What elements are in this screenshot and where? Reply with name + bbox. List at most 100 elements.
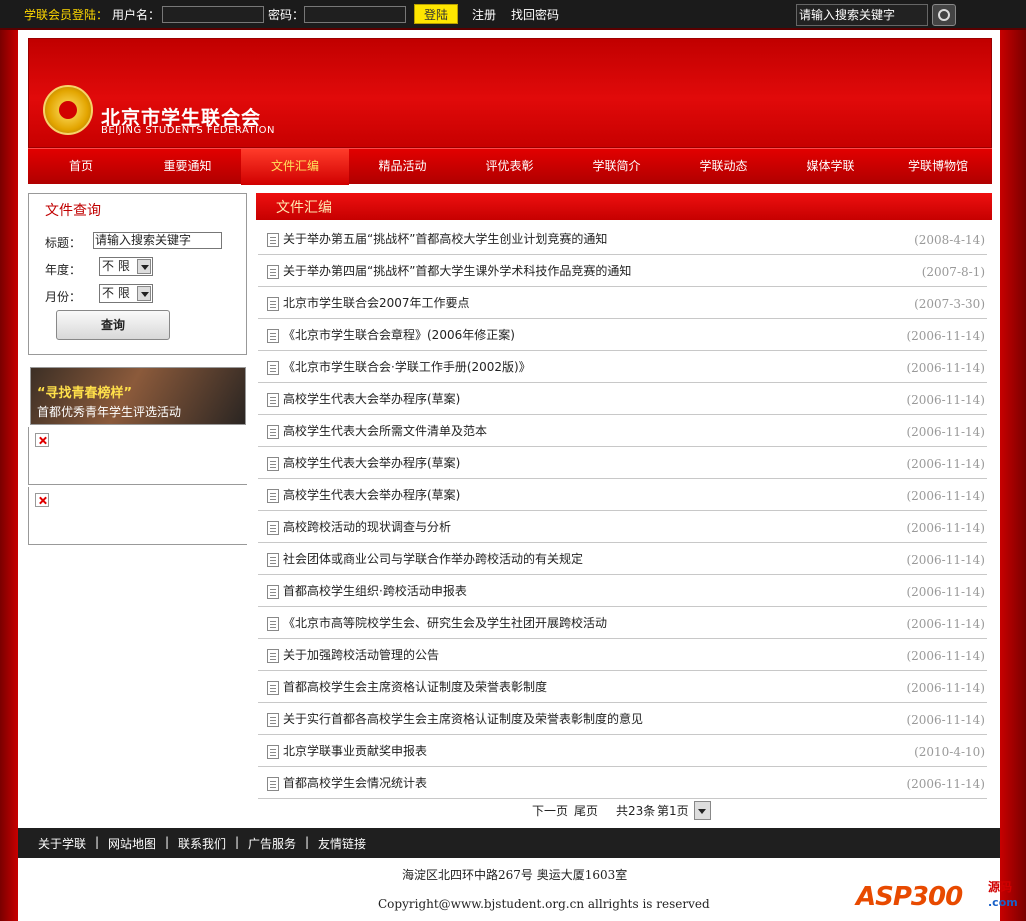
- document-title[interactable]: 《北京市学生联合会章程》(2006年修正案): [283, 326, 515, 343]
- content-section-header: 文件汇编: [256, 193, 992, 220]
- query-button[interactable]: 查询: [56, 310, 170, 340]
- nav-item-about[interactable]: 学联简介: [563, 149, 670, 185]
- document-date: (2007-8-1): [921, 265, 985, 279]
- document-title[interactable]: 《北京市高等院校学生会、研究生会及学生社团开展跨校活动: [283, 614, 607, 631]
- document-icon: [267, 681, 279, 695]
- document-row[interactable]: 《北京市学生联合会章程》(2006年修正案) (2006-11-14): [258, 319, 987, 351]
- month-label: 月份：: [45, 290, 82, 304]
- last-page-link[interactable]: 尾页: [574, 802, 598, 819]
- next-page-link[interactable]: 下一页: [532, 802, 568, 819]
- footer-link-about[interactable]: 关于学联: [38, 835, 86, 852]
- sidebar-ad-slot-1: [28, 427, 247, 485]
- document-date: (2006-11-14): [906, 361, 985, 375]
- nav-item-media[interactable]: 媒体学联: [777, 149, 884, 185]
- nav-item-activities[interactable]: 精品活动: [349, 149, 456, 185]
- member-login-label: 学联会员登陆：: [24, 8, 109, 22]
- document-title[interactable]: 关于加强跨校活动管理的公告: [283, 646, 439, 663]
- footer-link-ads[interactable]: 广告服务: [248, 835, 296, 852]
- document-date: (2006-11-14): [906, 553, 985, 567]
- document-title[interactable]: 北京市学生联合会2007年工作要点: [283, 294, 470, 311]
- total-count: 共23条: [616, 804, 656, 818]
- chevron-down-icon: [137, 259, 151, 274]
- document-title[interactable]: 高校跨校活动的现状调查与分析: [283, 518, 451, 535]
- document-row[interactable]: 关于举办第五届“挑战杯”首都高校大学生创业计划竞赛的通知 (2008-4-14): [258, 223, 987, 255]
- document-title[interactable]: 《北京市学生联合会·学联工作手册(2002版)》: [283, 358, 531, 375]
- youth-role-model-banner[interactable]: “寻找青春榜样” 首都优秀青年学生评选活动: [30, 367, 246, 425]
- document-icon: [267, 777, 279, 791]
- top-login-bar: 学联会员登陆： 用户名： 密码： 登陆 注册 找回密码 请输入搜索关键字: [0, 0, 1026, 30]
- document-row[interactable]: 高校学生代表大会举办程序(草案) (2006-11-14): [258, 479, 987, 511]
- nav-item-home[interactable]: 首页: [28, 149, 134, 185]
- title-search-input[interactable]: 请输入搜索关键字: [93, 232, 222, 249]
- document-row[interactable]: 高校跨校活动的现状调查与分析 (2006-11-14): [258, 511, 987, 543]
- broken-image-icon: [35, 493, 49, 507]
- document-icon: [267, 425, 279, 439]
- document-date: (2006-11-14): [906, 457, 985, 471]
- document-date: (2006-11-14): [906, 649, 985, 663]
- document-icon: [267, 617, 279, 631]
- document-row[interactable]: 关于加强跨校活动管理的公告 (2006-11-14): [258, 639, 987, 671]
- document-title[interactable]: 高校学生代表大会所需文件清单及范本: [283, 422, 487, 439]
- footer-link-friends[interactable]: 友情链接: [318, 835, 366, 852]
- document-row[interactable]: 《北京市学生联合会·学联工作手册(2002版)》 (2006-11-14): [258, 351, 987, 383]
- site-title-en: BEIJING STUDENTS FEDERATION: [101, 125, 275, 136]
- nav-item-awards[interactable]: 评优表彰: [456, 149, 563, 185]
- register-link[interactable]: 注册: [472, 6, 496, 23]
- document-row[interactable]: 首都高校学生组织·跨校活动申报表 (2006-11-14): [258, 575, 987, 607]
- document-date: (2006-11-14): [906, 329, 985, 343]
- document-row[interactable]: 关于举办第四届“挑战杯”首都大学生课外学术科技作品竞赛的通知 (2007-8-1): [258, 255, 987, 287]
- document-date: (2006-11-14): [906, 393, 985, 407]
- document-title[interactable]: 首都高校学生会主席资格认证制度及荣誉表彰制度: [283, 678, 547, 695]
- document-title[interactable]: 首都高校学生会情况统计表: [283, 774, 427, 791]
- chevron-down-icon: [137, 286, 151, 301]
- footer-separator: |: [305, 835, 310, 849]
- document-title[interactable]: 关于举办第四届“挑战杯”首都大学生课外学术科技作品竞赛的通知: [283, 262, 631, 279]
- document-row[interactable]: 高校学生代表大会举办程序(草案) (2006-11-14): [258, 383, 987, 415]
- document-title[interactable]: 高校学生代表大会举办程序(草案): [283, 390, 460, 407]
- document-title[interactable]: 首都高校学生组织·跨校活动申报表: [283, 582, 467, 599]
- find-password-link[interactable]: 找回密码: [511, 6, 559, 23]
- document-title[interactable]: 高校学生代表大会举办程序(草案): [283, 486, 460, 503]
- document-row[interactable]: 北京市学生联合会2007年工作要点 (2007-3-30): [258, 287, 987, 319]
- month-select[interactable]: 不 限: [99, 284, 153, 303]
- document-row[interactable]: 首都高校学生会情况统计表 (2006-11-14): [258, 767, 987, 799]
- nav-item-notices[interactable]: 重要通知: [134, 149, 241, 185]
- document-title[interactable]: 社会团体或商业公司与学联合作举办跨校活动的有关规定: [283, 550, 583, 567]
- document-icon: [267, 649, 279, 663]
- site-search-button[interactable]: [932, 4, 956, 26]
- document-row[interactable]: 首都高校学生会主席资格认证制度及荣誉表彰制度 (2006-11-14): [258, 671, 987, 703]
- section-title: 文件汇编: [276, 200, 332, 216]
- page-select[interactable]: [694, 801, 711, 820]
- document-row[interactable]: 高校学生代表大会举办程序(草案) (2006-11-14): [258, 447, 987, 479]
- search-icon: [938, 9, 950, 21]
- nav-item-news[interactable]: 学联动态: [670, 149, 777, 185]
- document-row[interactable]: 高校学生代表大会所需文件清单及范本 (2006-11-14): [258, 415, 987, 447]
- nav-item-documents[interactable]: 文件汇编: [241, 149, 349, 185]
- footer-link-contact[interactable]: 联系我们: [178, 835, 226, 852]
- password-input[interactable]: [304, 6, 406, 23]
- document-icon: [267, 393, 279, 407]
- document-title[interactable]: 北京学联事业贡献奖申报表: [283, 742, 427, 759]
- login-button[interactable]: 登陆: [414, 4, 458, 24]
- year-select[interactable]: 不 限: [99, 257, 153, 276]
- footer-separator: |: [165, 835, 170, 849]
- document-title[interactable]: 高校学生代表大会举办程序(草案): [283, 454, 460, 471]
- page-gutter-right: [1000, 30, 1026, 921]
- password-label: 密码：: [268, 8, 305, 22]
- username-input[interactable]: [162, 6, 264, 23]
- document-title[interactable]: 关于举办第五届“挑战杯”首都高校大学生创业计划竞赛的通知: [283, 230, 607, 247]
- site-search-input[interactable]: 请输入搜索关键字: [796, 4, 928, 26]
- footer-link-sitemap[interactable]: 网站地图: [108, 835, 156, 852]
- year-select-value: 不 限: [102, 259, 130, 273]
- watermark-side: 源码: [988, 880, 1013, 894]
- footer-links-bar: 关于学联 | 网站地图 | 联系我们 | 广告服务 | 友情链接: [18, 828, 1000, 858]
- document-icon: [267, 745, 279, 759]
- document-row[interactable]: 北京学联事业贡献奖申报表 (2010-4-10): [258, 735, 987, 767]
- document-row[interactable]: 《北京市高等院校学生会、研究生会及学生社团开展跨校活动 (2006-11-14): [258, 607, 987, 639]
- document-row[interactable]: 关于实行首都各高校学生会主席资格认证制度及荣誉表彰制度的意见 (2006-11-1…: [258, 703, 987, 735]
- nav-item-museum[interactable]: 学联博物馆: [884, 149, 992, 185]
- watermark-main: ASP300: [856, 882, 963, 912]
- document-title[interactable]: 关于实行首都各高校学生会主席资格认证制度及荣誉表彰制度的意见: [283, 710, 643, 727]
- asp300-watermark: ASP300 源码 .com: [856, 872, 1022, 918]
- document-row[interactable]: 社会团体或商业公司与学联合作举办跨校活动的有关规定 (2006-11-14): [258, 543, 987, 575]
